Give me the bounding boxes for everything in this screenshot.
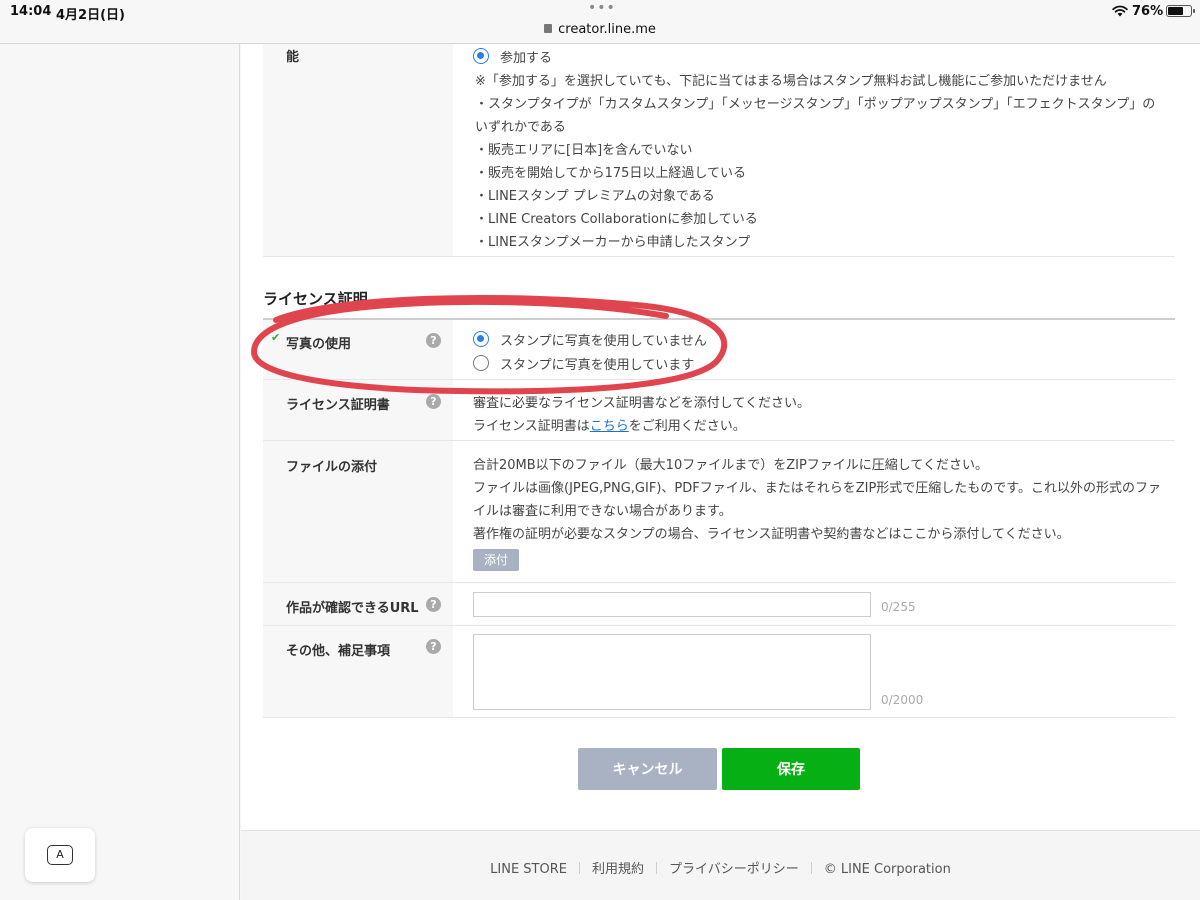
trial-note-line: ・スタンプタイプが「カスタムスタンプ」「メッセージスタンプ」「ポップアップスタン…: [475, 97, 1156, 112]
row-label: その他、補足事項 ?: [263, 626, 453, 717]
address-bar[interactable]: creator.line.me: [0, 22, 1200, 37]
certificate-link[interactable]: こちら: [590, 419, 629, 434]
footer-link-line-store[interactable]: LINE STORE: [490, 862, 567, 877]
attachment-note: イルは審査に利用できない場合があります。: [473, 504, 732, 519]
row-label: ライセンス証明書 ?: [263, 380, 453, 440]
check-icon: ✔: [271, 331, 281, 344]
trial-note-line: いずれかである: [475, 120, 566, 135]
notes-textarea[interactable]: [473, 634, 871, 710]
help-icon[interactable]: ?: [426, 639, 441, 654]
keyboard-icon: A: [47, 845, 73, 865]
status-date: 4月2日(日): [56, 8, 125, 23]
status-time: 14:04: [10, 4, 52, 19]
url-text: creator.line.me: [558, 22, 656, 37]
attachment-note: ファイルは画像(JPEG,PNG,GIF)、PDFファイル、またはそれらをZIP…: [473, 481, 1161, 496]
trial-note-line: ・LINEスタンプ プレミアムの対象である: [475, 189, 715, 204]
certificate-link-line: ライセンス証明書はこちらをご利用ください。: [473, 415, 746, 434]
work-url-label: 作品が確認できるURL: [286, 601, 419, 616]
photo-usage-label: 写真の使用: [286, 337, 352, 352]
trial-note-line: ・LINEスタンプメーカーから申請したスタンプ: [475, 235, 751, 250]
footer-link-privacy[interactable]: プライバシーポリシー: [669, 862, 799, 877]
save-button[interactable]: 保存: [722, 748, 860, 790]
cancel-button[interactable]: キャンセル: [578, 748, 717, 790]
notes-char-counter: 0/2000: [881, 693, 924, 707]
license-certificate-label: ライセンス証明書: [286, 398, 390, 413]
footer-link-terms[interactable]: 利用規約: [592, 862, 644, 877]
section-title-license: ライセンス証明: [263, 290, 368, 308]
certificate-text: ライセンス証明書は: [473, 419, 590, 434]
help-icon[interactable]: ?: [426, 394, 441, 409]
wifi-icon: [1112, 5, 1128, 17]
certificate-note: 審査に必要なライセンス証明書などを添付してください。: [473, 396, 810, 411]
lock-icon: [544, 24, 553, 33]
trial-note-line: ・販売を開始してから175日以上経過している: [475, 166, 747, 181]
file-attachment-label: ファイルの添付: [286, 460, 378, 475]
trial-note-line: ※「参加する」を選択していても、下記に当てはまる場合はスタンプ無料お試し機能にご…: [475, 74, 1107, 89]
trial-note-line: ・LINE Creators Collaborationに参加している: [475, 212, 758, 227]
certificate-text: をご利用ください。: [628, 419, 746, 434]
url-char-counter: 0/255: [881, 600, 916, 614]
row-label: ✔ 写真の使用 ?: [263, 320, 453, 379]
attachment-note: 著作権の証明が必要なスタンプの場合、ライセンス証明書や契約書などはここから添付し…: [473, 527, 1070, 542]
uses-photo-radio[interactable]: [473, 355, 489, 371]
participate-radio[interactable]: [473, 48, 489, 64]
footer: LINE STORE 利用規約 プライバシーポリシー © LINE Corporati…: [241, 830, 1200, 900]
notes-label: その他、補足事項: [286, 644, 391, 659]
footer-links: LINE STORE 利用規約 プライバシーポリシー © LINE Corporati…: [241, 858, 1200, 877]
row-label: 能: [263, 44, 453, 256]
photo-usage-row: ✔ 写真の使用 ?: [263, 320, 1175, 380]
attach-button[interactable]: 添付: [473, 549, 519, 571]
no-photo-radio[interactable]: [473, 331, 489, 347]
multitasking-dots[interactable]: •••: [588, 0, 616, 16]
trial-note-line: ・販売エリアに[日本]を含んでいない: [475, 143, 693, 158]
row-label-text: 能: [286, 50, 300, 65]
help-icon[interactable]: ?: [426, 597, 441, 612]
keyboard-toggle-button[interactable]: A: [25, 828, 95, 882]
work-url-input[interactable]: [473, 592, 871, 617]
battery-percent: 76%: [1132, 4, 1164, 19]
uses-photo-label: スタンプに写真を使用しています: [500, 358, 695, 373]
ios-status-bar: 14:04 4月2日(日) ••• creator.line.me 76%: [0, 0, 1200, 44]
participate-label: 参加する: [500, 51, 553, 66]
no-photo-label: スタンプに写真を使用していません: [500, 334, 707, 349]
battery-icon: [1166, 5, 1195, 17]
left-sidebar: [0, 44, 240, 900]
attachment-note: 合計20MB以下のファイル（最大10ファイルまで）をZIPファイルに圧縮してくだ…: [473, 458, 989, 473]
footer-copyright: © LINE Corporation: [823, 862, 951, 877]
row-label: ファイルの添付: [263, 441, 453, 582]
row-label: 作品が確認できるURL ?: [263, 583, 453, 625]
help-icon[interactable]: ?: [426, 333, 441, 348]
